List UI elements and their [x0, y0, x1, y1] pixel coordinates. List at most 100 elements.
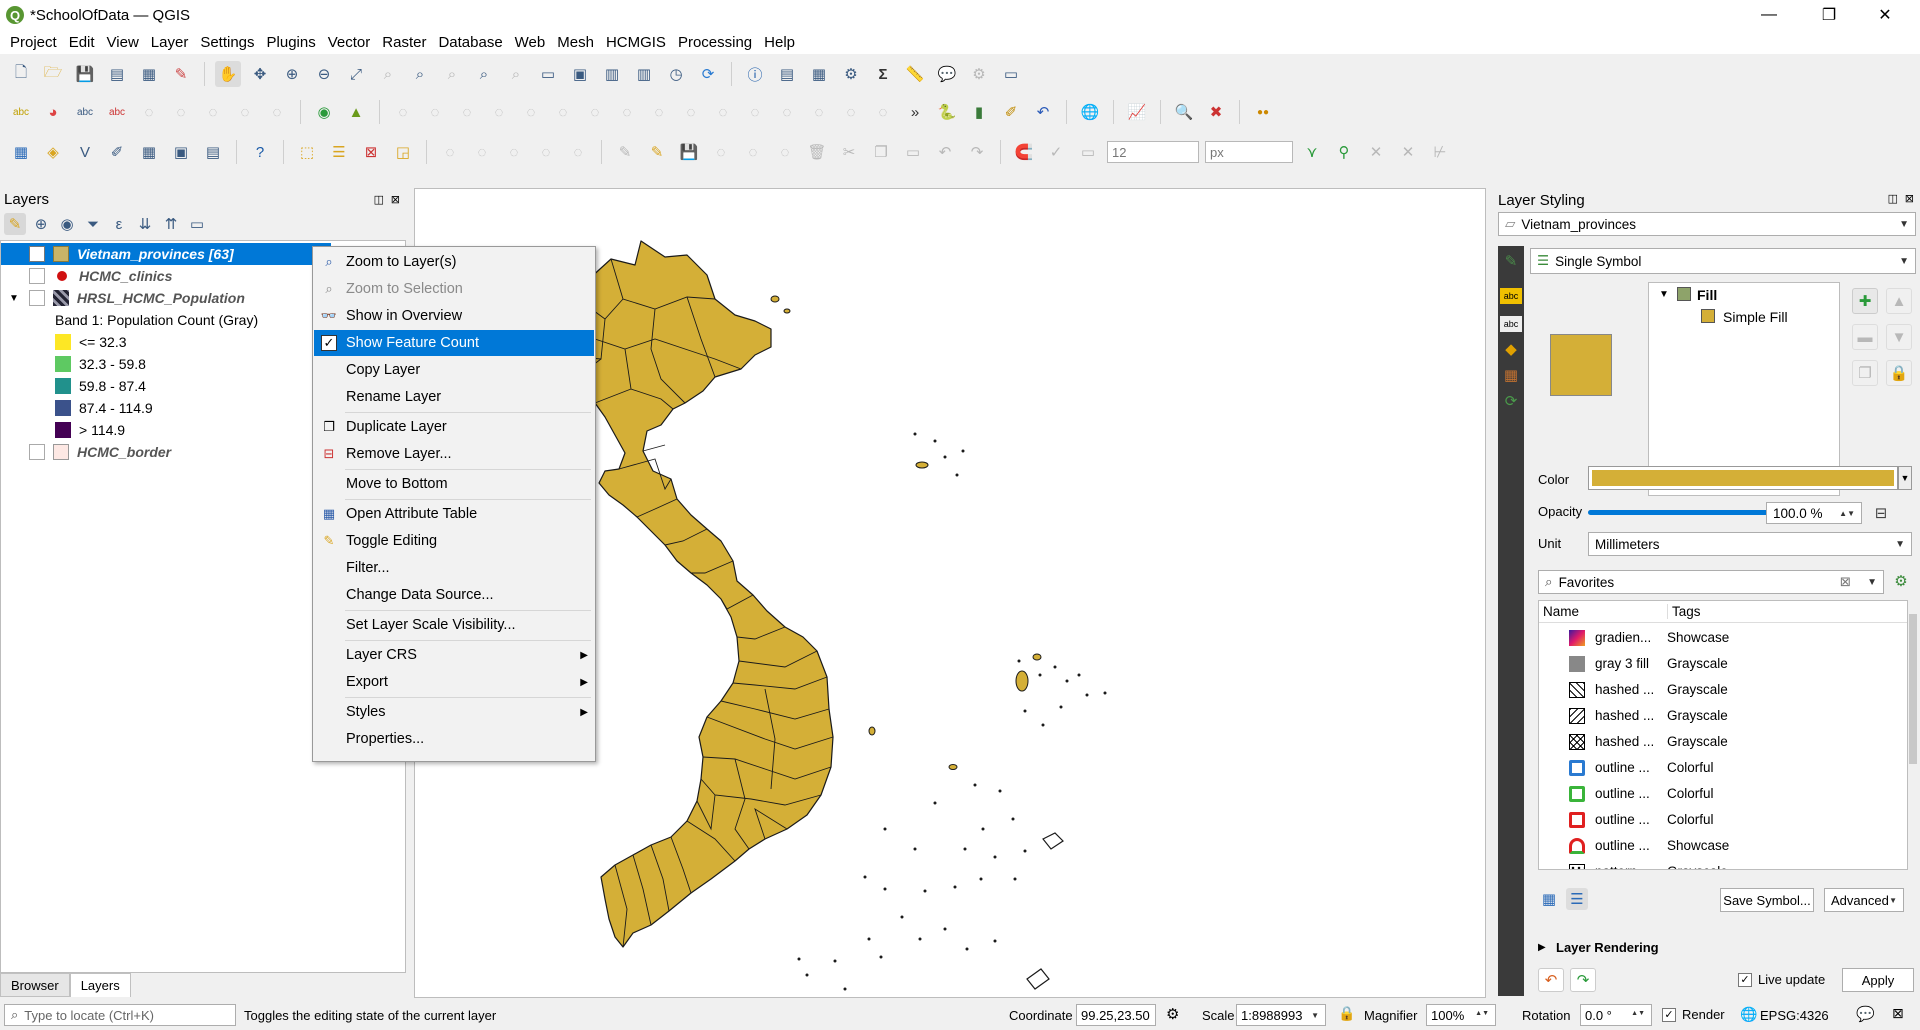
menu-item-toggle-editing[interactable]: ✎ Toggle Editing: [314, 528, 594, 554]
digitize-5-icon[interactable]: ◌: [518, 99, 544, 125]
new-project-icon[interactable]: 🗋: [8, 61, 34, 87]
menu-edit[interactable]: Edit: [63, 34, 101, 51]
menu-database[interactable]: Database: [432, 34, 508, 51]
filter-legend-icon[interactable]: ⏷: [82, 213, 104, 235]
digitize-11-icon[interactable]: ◌: [710, 99, 736, 125]
symbol-list-item[interactable]: outline ... Colorful: [1539, 757, 1907, 779]
label-props-icon[interactable]: ◌: [264, 99, 290, 125]
menu-item-duplicate-layer[interactable]: ❐ Duplicate Layer: [314, 414, 594, 440]
zoom-to-selection-icon[interactable]: ⌕: [375, 61, 401, 87]
digitize-7-icon[interactable]: ◌: [582, 99, 608, 125]
snap-tolerance-input[interactable]: 12: [1107, 141, 1199, 163]
layer-visibility-checkbox[interactable]: [29, 444, 45, 460]
menu-item-copy-layer[interactable]: Copy Layer: [314, 357, 594, 383]
zoom-full-icon[interactable]: ⤢: [343, 61, 369, 87]
icon-view-icon[interactable]: ▦: [1538, 888, 1560, 910]
zoom-in-icon[interactable]: ⊕: [279, 61, 305, 87]
field-calculator-icon[interactable]: ▦: [806, 61, 832, 87]
symbol-list-item[interactable]: gradien... Showcase: [1539, 627, 1907, 649]
menu-item-set-layer-scale-visibility[interactable]: Set Layer Scale Visibility...: [314, 612, 594, 638]
snap-mode-icon[interactable]: ✓: [1043, 139, 1069, 165]
annotation-icon[interactable]: ▭: [998, 61, 1024, 87]
map-tips-icon[interactable]: 💬: [934, 61, 960, 87]
remove-symbol-layer-icon[interactable]: ▬: [1852, 324, 1878, 350]
menu-vector[interactable]: Vector: [322, 34, 377, 51]
save-project-icon[interactable]: 💾: [72, 61, 98, 87]
menu-item-export[interactable]: Export ▶: [314, 669, 594, 695]
open-project-icon[interactable]: 🗁: [40, 61, 66, 87]
messages-icon[interactable]: 💬: [1856, 1005, 1875, 1023]
live-update-checkbox[interactable]: ✓: [1738, 972, 1752, 987]
zoom-out-icon[interactable]: ⊖: [311, 61, 337, 87]
advanced-button[interactable]: Advanced ▼: [1824, 888, 1904, 912]
tracing-icon[interactable]: ⋎: [1299, 139, 1325, 165]
clear-search-icon[interactable]: ⊠: [1840, 574, 1851, 590]
data-defined-override-icon[interactable]: ⊟: [1868, 500, 1894, 526]
digitize-9-icon[interactable]: ◌: [646, 99, 672, 125]
digitize-3-icon[interactable]: ◌: [454, 99, 480, 125]
digitize-12-icon[interactable]: ◌: [742, 99, 768, 125]
menu-item-move-to-bottom[interactable]: Move to Bottom: [314, 471, 594, 497]
menu-item-remove-layer[interactable]: ⊟ Remove Layer...: [314, 441, 594, 467]
triangle-tool-icon[interactable]: ▲: [343, 99, 369, 125]
deselect-icon[interactable]: ⊠: [358, 139, 384, 165]
plugin-2-icon[interactable]: ✐: [998, 99, 1024, 125]
digitize-8-icon[interactable]: ◌: [614, 99, 640, 125]
symbol-list-item[interactable]: outline ... Colorful: [1539, 783, 1907, 805]
remove-layer-icon[interactable]: ▭: [186, 213, 208, 235]
menu-item-zoom-to-selection[interactable]: ⌕ Zoom to Selection: [314, 276, 594, 302]
globe-icon[interactable]: 🌐: [1077, 99, 1103, 125]
refresh-tab-icon[interactable]: ⟳: [1500, 390, 1522, 412]
symbol-list-item[interactable]: hashed ... Grayscale: [1539, 705, 1907, 727]
symbol-search-input[interactable]: ⌕ Favorites ⊠ ▼: [1538, 570, 1884, 594]
menu-project[interactable]: Project: [4, 34, 63, 51]
layer-select[interactable]: ▱ Vietnam_provinces ▼: [1498, 212, 1916, 236]
add-virtual-icon[interactable]: ▤: [200, 139, 226, 165]
undo-style-icon[interactable]: ↶: [1538, 968, 1564, 992]
label-toolbar-icon[interactable]: abc: [8, 99, 34, 125]
digitize-15-icon[interactable]: ◌: [838, 99, 864, 125]
tree-simple-fill-item[interactable]: Simple Fill: [1723, 309, 1788, 325]
paste-icon[interactable]: ▭: [900, 139, 926, 165]
digitize-16-icon[interactable]: ◌: [870, 99, 896, 125]
scale-combo[interactable]: 1:8988993 ▼: [1236, 1004, 1326, 1026]
add-wms-icon[interactable]: ▣: [168, 139, 194, 165]
menu-view[interactable]: View: [101, 34, 145, 51]
menu-item-properties[interactable]: Properties...: [314, 726, 594, 752]
symbol-list-item[interactable]: gray 3 fill Grayscale: [1539, 653, 1907, 675]
opacity-spinbox[interactable]: 100.0 % ▲▼: [1766, 502, 1862, 524]
magnifier-spinbox[interactable]: 100% ▲▼: [1426, 1004, 1496, 1026]
menu-hcmgis[interactable]: HCMGIS: [600, 34, 672, 51]
manage-visibility-icon[interactable]: ◉: [56, 213, 78, 235]
close-panel-icon[interactable]: ⊠: [1905, 192, 1914, 205]
menu-layer[interactable]: Layer: [145, 34, 195, 51]
processing-toolbox-icon[interactable]: ⚙: [838, 61, 864, 87]
filter-expression-icon[interactable]: ε: [108, 213, 130, 235]
layer-visibility-checkbox[interactable]: [28, 290, 45, 306]
maximize-button[interactable]: ❐: [1806, 0, 1852, 30]
menu-item-rename-layer[interactable]: Rename Layer: [314, 384, 594, 410]
layer-row-hcmc-clinics[interactable]: HCMC_clinics: [1, 265, 172, 287]
symbol-list-item[interactable]: hashed ... Grayscale: [1539, 731, 1907, 753]
label-move-icon[interactable]: ◌: [136, 99, 162, 125]
add-delimited-icon[interactable]: ✐: [104, 139, 130, 165]
snapping-icon[interactable]: 🧲: [1011, 139, 1037, 165]
close-button[interactable]: ✕: [1862, 0, 1908, 30]
edit-4-icon[interactable]: ◌: [533, 139, 559, 165]
menu-item-layer-crs[interactable]: Layer CRS ▶: [314, 642, 594, 668]
digitize-10-icon[interactable]: ◌: [678, 99, 704, 125]
modify-attrs-icon[interactable]: ◌: [772, 139, 798, 165]
collapse-arrow-icon[interactable]: ▼: [1659, 289, 1669, 300]
masks-tab-icon[interactable]: abc: [1500, 316, 1522, 332]
float-icon[interactable]: ◫: [1888, 192, 1898, 205]
menu-web[interactable]: Web: [509, 34, 552, 51]
layer-visibility-checkbox[interactable]: ✓: [29, 246, 45, 262]
render-toggle[interactable]: ✓ Render: [1662, 1007, 1725, 1022]
collapse-arrow-icon[interactable]: ▼: [9, 293, 19, 304]
show-bookmarks-icon[interactable]: ▥: [631, 61, 657, 87]
lock-scale-icon[interactable]: 🔒: [1338, 1005, 1355, 1022]
select-location-icon[interactable]: ◲: [390, 139, 416, 165]
render-checkbox[interactable]: ✓: [1662, 1007, 1676, 1022]
rotation-spinbox[interactable]: 0.0 ° ▲▼: [1580, 1004, 1652, 1026]
zoom-native-icon[interactable]: ⌕: [439, 61, 465, 87]
